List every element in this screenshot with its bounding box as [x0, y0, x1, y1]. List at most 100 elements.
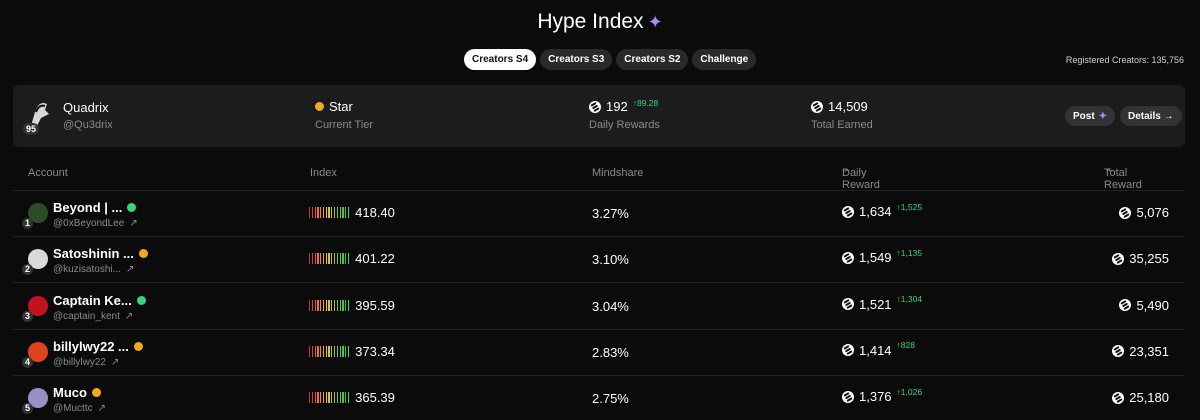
column-account[interactable]: Account [28, 167, 68, 179]
token-icon [842, 205, 854, 218]
token-icon [842, 251, 854, 264]
index-bar [309, 345, 350, 357]
table-row[interactable]: 1 Beyond | ... @0xBeyondLee ↗ 418.40 3.27% 1,6… [13, 191, 1185, 237]
index-bar-segment [342, 253, 344, 265]
index-bar-segment [331, 392, 333, 404]
account-handle[interactable]: @0xBeyondLee ↗ [53, 218, 138, 229]
index-bar-segment [317, 253, 319, 265]
index-bar-segment [325, 253, 327, 265]
token-icon [1119, 299, 1132, 312]
index-bar-segment [320, 345, 322, 357]
index-bar-segment [322, 392, 325, 404]
daily-reward-value: 1,549 [859, 250, 892, 266]
index-bar-segment [320, 392, 322, 404]
details-button[interactable]: Details → [1120, 106, 1182, 126]
index-bar-segment [345, 207, 347, 218]
index-value: 418.40 [355, 205, 395, 220]
index-bar-segment [336, 207, 338, 218]
column-mindshare[interactable]: Mindshare [592, 167, 643, 179]
index-bar-segment [331, 253, 333, 265]
index-bar-segment [334, 207, 336, 218]
column-index[interactable]: Index [310, 167, 337, 179]
index-value: 365.39 [355, 390, 395, 406]
index-cell: 395.59 [309, 298, 395, 313]
index-bar-segment [345, 253, 347, 265]
index-bar-segment [339, 299, 341, 311]
index-bar-segment [339, 253, 341, 265]
daily-reward-cell: 1,634 ↑1,525 [842, 201, 923, 219]
post-button[interactable]: Post ✦ [1065, 106, 1116, 126]
tab-creators-s4[interactable]: Creators S4 [464, 49, 537, 70]
daily-reward-change: ↑1,304 [896, 294, 923, 305]
daily-reward-change: ↑828 [896, 340, 915, 351]
index-bar-segment [328, 392, 330, 404]
total-reward-cell: 35,255 [1112, 251, 1169, 266]
account-name[interactable]: Satoshinin ... [53, 246, 148, 261]
token-icon [1119, 206, 1132, 219]
account-handle-text: @0xBeyondLee [53, 218, 125, 229]
daily-rewards-label: Daily Rewards [589, 119, 660, 131]
daily-reward-change: ↑1,525 [896, 201, 923, 212]
daily-reward-value: 1,634 [859, 204, 892, 219]
account-handle-text: @billylwy22 [53, 356, 106, 368]
token-icon [842, 298, 854, 311]
daily-reward-value: 1,414 [859, 342, 892, 358]
index-bar-segment [314, 345, 316, 357]
season-tabs: Creators S4 Creators S3 Creators S2 Chal… [464, 49, 757, 70]
table-row[interactable]: 2 Satoshinin ... @kuzisatoshi... ↗ 401.22 3.1… [13, 237, 1185, 284]
index-bar-segment [325, 345, 327, 357]
total-earned-label: Total Earned [811, 119, 873, 131]
tab-creators-s2[interactable]: Creators S2 [616, 49, 689, 70]
rank-badge: 4 [22, 356, 34, 368]
verified-badge-icon [127, 203, 137, 212]
table-row[interactable]: 3 Captain Ke... @captain_kent ↗ 395.59 3.04% 1… [13, 284, 1185, 330]
index-bar-segment [314, 392, 316, 404]
index-bar-segment [331, 207, 333, 218]
index-bar-segment [328, 253, 330, 265]
mindshare-value: 2.83% [592, 344, 629, 360]
account-name[interactable]: billylwy22 ... [53, 339, 143, 354]
account-handle[interactable]: @Mucttc ↗ [53, 403, 106, 414]
total-reward-cell: 23,351 [1112, 344, 1169, 359]
account-name-text: billylwy22 ... [53, 338, 129, 354]
index-bar [309, 253, 350, 265]
index-bar-segment [334, 345, 336, 357]
table-row[interactable]: 4 billylwy22 ... @billylwy22 ↗ 373.34 2.83% 1,… [13, 330, 1185, 376]
table-header: Account Index Mindshare Daily Reward ⌃ T… [0, 167, 1200, 191]
index-bar-segment [314, 253, 316, 265]
rank-badge: 2 [22, 264, 34, 276]
daily-reward-value: 1,376 [859, 389, 892, 405]
total-reward-value: 23,351 [1129, 343, 1169, 359]
index-bar-segment [317, 345, 319, 357]
index-bar-segment [311, 253, 313, 265]
daily-reward-cell: 1,521 ↑1,304 [842, 294, 923, 312]
verified-badge-icon [133, 341, 143, 351]
table-row[interactable]: 5 Muco @Mucttc ↗ 365.39 2.75% 1,376 ↑1,026 25,18… [13, 376, 1185, 420]
tab-challenge[interactable]: Challenge [692, 49, 757, 70]
account-name[interactable]: Captain Ke... [53, 293, 146, 308]
index-bar-segment [309, 207, 311, 218]
index-bar-segment [311, 207, 313, 218]
index-bar [309, 207, 350, 218]
account-handle[interactable]: @billylwy22 ↗ [53, 357, 119, 368]
index-bar-segment [309, 392, 311, 404]
mindshare-value: 3.04% [592, 298, 629, 314]
sparkle-icon: ✦ [647, 12, 663, 32]
account-handle[interactable]: @kuzisatoshi... ↗ [53, 264, 134, 275]
index-bar-segment [336, 299, 338, 311]
index-cell: 401.22 [309, 251, 395, 266]
total-reward-cell: 5,076 [1119, 205, 1169, 220]
index-bar-segment [309, 299, 311, 311]
index-bar-segment [309, 345, 311, 357]
verified-badge-icon [136, 295, 146, 305]
index-bar-segment [317, 392, 319, 404]
index-bar [309, 392, 350, 404]
account-name[interactable]: Beyond | ... [53, 200, 137, 215]
account-name-text: Satoshinin ... [53, 246, 134, 262]
account-handle[interactable]: @captain_kent ↗ [53, 311, 133, 322]
external-link-icon: ↗ [129, 218, 138, 229]
account-name[interactable]: Muco [53, 385, 101, 400]
account-handle-text: @Mucttc [53, 403, 93, 415]
tier-label: Current Tier [315, 119, 374, 131]
tab-creators-s3[interactable]: Creators S3 [540, 49, 613, 70]
